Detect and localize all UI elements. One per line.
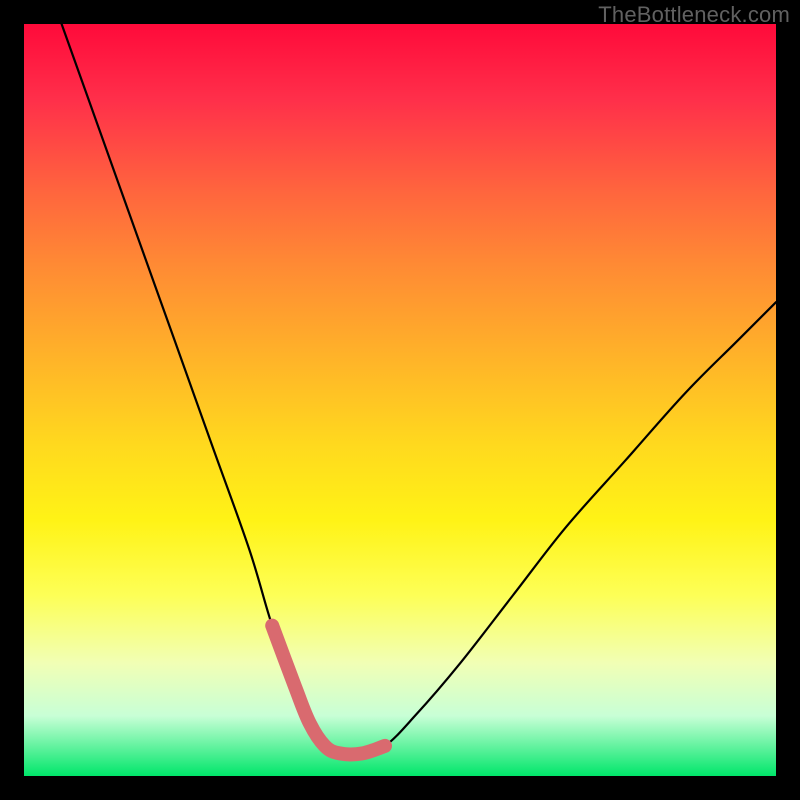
watermark-text: TheBottleneck.com bbox=[598, 2, 790, 28]
bottleneck-plot bbox=[24, 24, 776, 776]
chart-area bbox=[24, 24, 776, 776]
curve-path bbox=[62, 24, 776, 754]
highlight-path bbox=[272, 626, 385, 755]
